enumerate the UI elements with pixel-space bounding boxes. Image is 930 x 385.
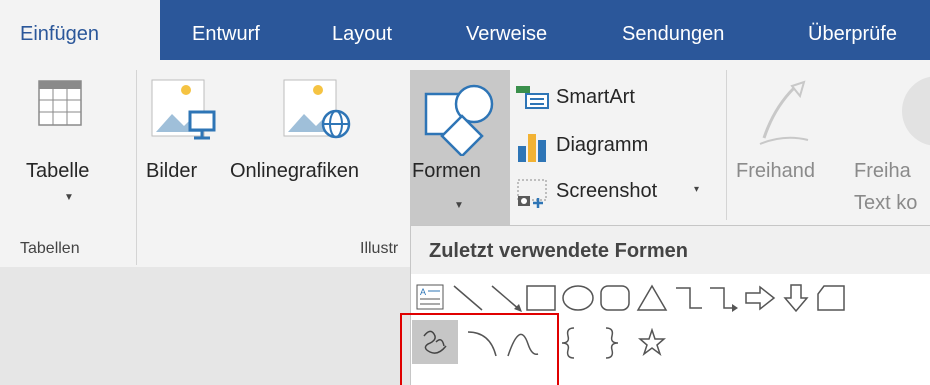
gallery-title: Zuletzt verwendete Formen: [429, 240, 688, 262]
screenshot-label: Screenshot: [556, 180, 658, 202]
screenshot-button[interactable]: Screenshot ▾: [516, 172, 716, 208]
tab-ueberpruefen[interactable]: Überprüfe: [808, 0, 897, 60]
chevron-down-icon: ▼: [64, 192, 74, 203]
pictures-button[interactable]: Bilder: [142, 74, 230, 214]
freehand-text-label-line1: Freiha: [854, 160, 911, 182]
tab-layout[interactable]: Layout: [332, 0, 392, 60]
tab-sendungen[interactable]: Sendungen: [622, 0, 724, 60]
gallery-header: Zuletzt verwendete Formen: [411, 226, 930, 274]
online-pictures-button[interactable]: Onlinegrafiken: [230, 74, 406, 214]
shapes-button[interactable]: Formen ▼: [410, 70, 510, 225]
shapes-button-label: Formen: [412, 160, 481, 182]
oval-icon[interactable]: [562, 285, 594, 311]
online-picture-icon: [283, 79, 351, 139]
group-separator: [136, 70, 137, 265]
screenshot-icon: [517, 179, 547, 208]
freehand-text-button[interactable]: Freiha Text ko: [846, 74, 930, 214]
right-arrow-icon[interactable]: [744, 284, 776, 312]
freehand-button[interactable]: Freihand: [736, 74, 836, 214]
table-button-label: Tabelle: [26, 160, 90, 182]
chart-button[interactable]: Diagramm: [516, 126, 716, 162]
tab-einfuegen[interactable]: Einfügen: [0, 0, 160, 60]
elbow-arrow-connector-icon[interactable]: [708, 284, 740, 312]
ribbon-tab-bar: Einfügen Entwurf Layout Verweise Sendung…: [0, 0, 930, 60]
star-icon[interactable]: [638, 328, 666, 356]
highlight-box: [400, 313, 559, 385]
arrow-line-icon[interactable]: [490, 284, 524, 312]
text-box-icon[interactable]: A: [416, 284, 444, 310]
triangle-icon[interactable]: [636, 284, 668, 312]
shapes-icon: [424, 84, 494, 156]
smartart-button[interactable]: SmartArt: [516, 80, 716, 116]
tab-entwurf[interactable]: Entwurf: [192, 0, 260, 60]
right-brace-icon[interactable]: [602, 326, 620, 360]
freehand-text-icon: [902, 76, 930, 146]
tab-verweise[interactable]: Verweise: [466, 0, 547, 60]
line-icon[interactable]: [452, 284, 484, 312]
picture-icon: [151, 79, 216, 140]
left-brace-icon[interactable]: [560, 326, 578, 360]
chevron-down-icon: ▼: [454, 200, 464, 211]
flowchart-icon[interactable]: [816, 284, 846, 312]
chart-label: Diagramm: [556, 134, 649, 156]
freehand-label: Freihand: [736, 160, 815, 182]
pictures-button-label: Bilder: [146, 160, 198, 182]
smartart-icon: [516, 86, 549, 109]
chevron-down-icon: ▾: [694, 184, 700, 195]
pen-icon: [759, 80, 809, 145]
elbow-connector-icon[interactable]: [674, 284, 704, 312]
table-icon: [38, 80, 82, 126]
online-pictures-button-label: Onlinegrafiken: [230, 160, 359, 182]
down-arrow-icon[interactable]: [782, 283, 810, 313]
table-button[interactable]: Tabelle ▼: [20, 80, 116, 220]
svg-text:A: A: [420, 287, 426, 297]
group-label-tabellen: Tabellen: [20, 240, 80, 257]
rounded-rectangle-icon[interactable]: [600, 285, 630, 311]
group-label-illustrationen: Illustr: [360, 240, 399, 257]
smartart-label: SmartArt: [556, 86, 635, 108]
freehand-text-label-line2: Text ko: [854, 192, 918, 214]
group-separator: [726, 70, 727, 220]
rectangle-icon[interactable]: [526, 285, 556, 311]
chart-icon: [518, 134, 546, 162]
